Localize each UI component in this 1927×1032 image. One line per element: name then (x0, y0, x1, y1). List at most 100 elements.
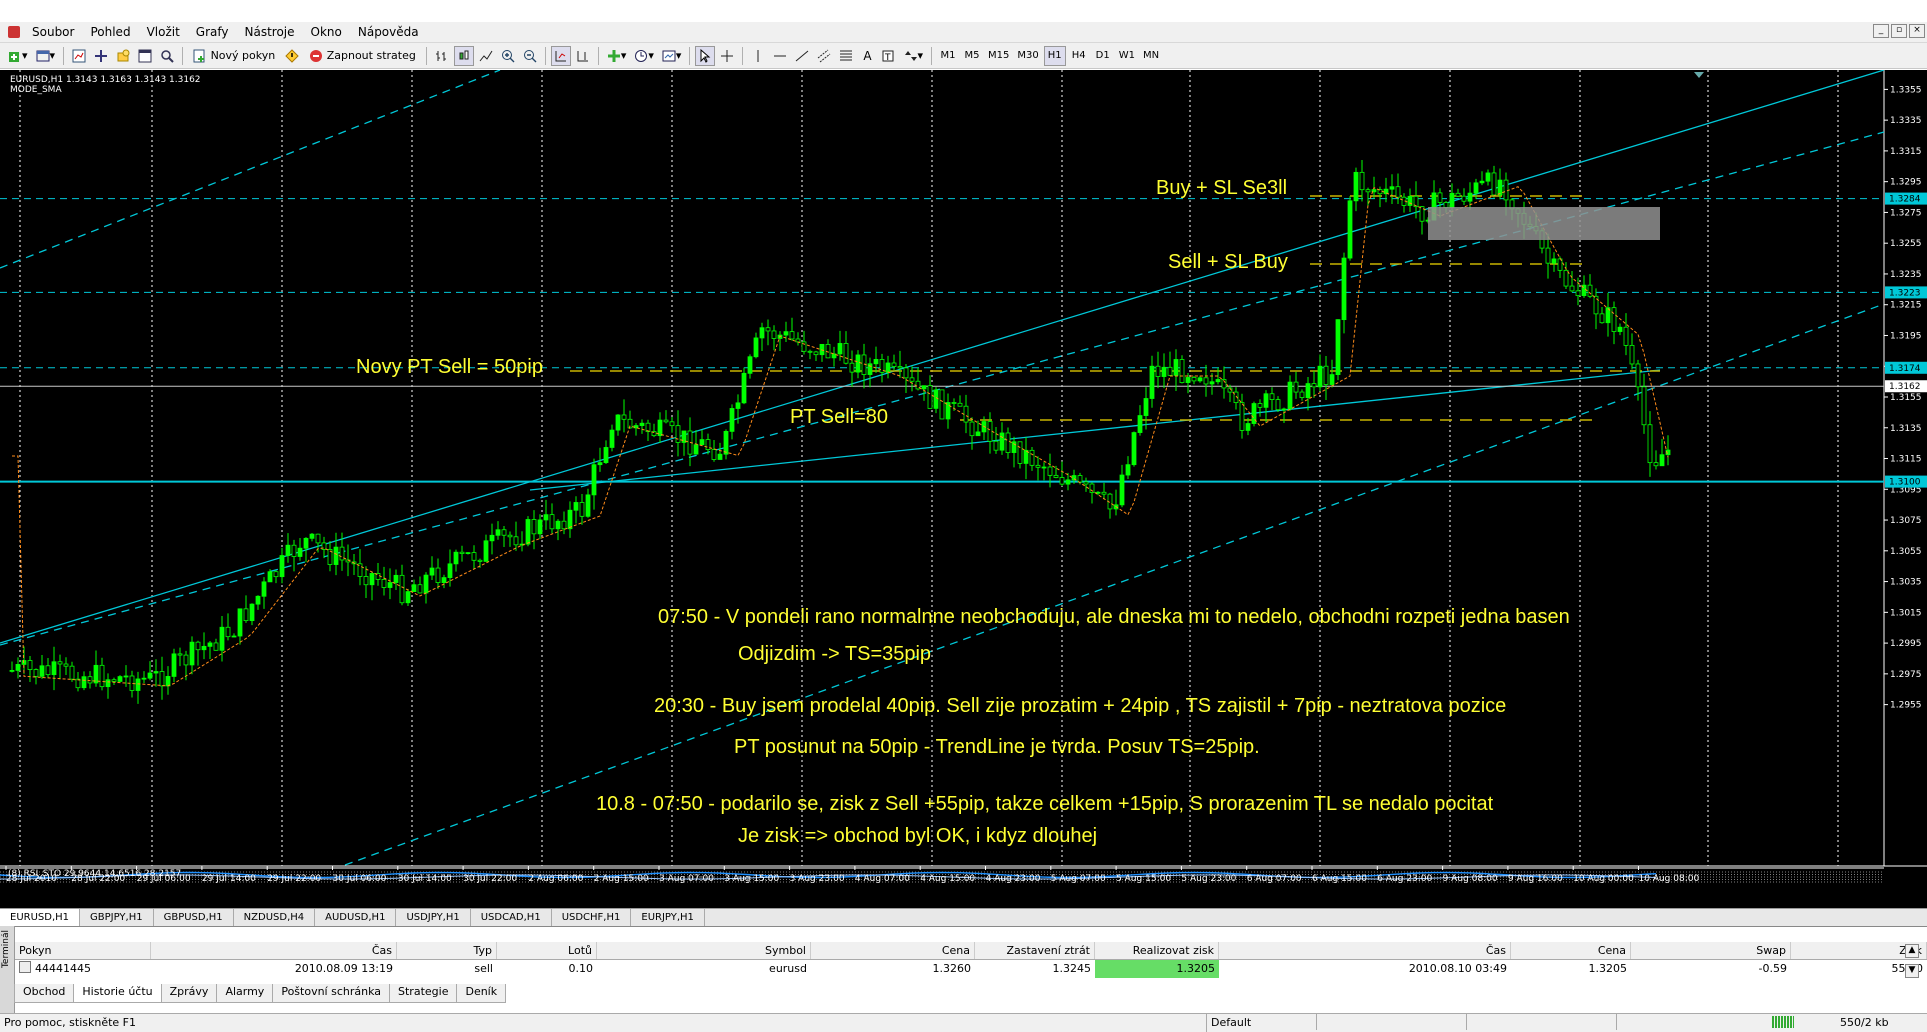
terminal-tab-denik[interactable]: Deník (456, 984, 507, 1003)
menu-vlozit[interactable]: Vložit (139, 25, 188, 39)
annotation-sell-sl[interactable]: Sell + SL Buy (1168, 251, 1288, 273)
menu-napoveda[interactable]: Nápověda (350, 25, 427, 39)
chart-tab-gbpjpy[interactable]: GBPJPY,H1 (80, 909, 154, 927)
annotation-note-4[interactable]: PT posunut na 50pip - TrendLine je tvrda… (734, 736, 1260, 758)
terminal-tab-alarmy[interactable]: Alarmy (216, 984, 274, 1003)
new-order-button[interactable]: Nový pokyn (188, 46, 280, 66)
indicators-icon[interactable]: ▾ (604, 46, 630, 66)
tester-icon[interactable] (157, 46, 177, 66)
candle (1359, 171, 1365, 191)
new-chart-icon[interactable]: ▾ (5, 46, 31, 66)
terminal-icon[interactable] (135, 46, 155, 66)
col-cas-open[interactable]: Čas (151, 942, 397, 959)
chart-tab-usdcad[interactable]: USDCAD,H1 (471, 909, 552, 927)
annotation-novy-pt[interactable]: Novy PT Sell = 50pip (356, 356, 543, 378)
col-symbol[interactable]: Symbol (597, 942, 811, 959)
data-window-icon[interactable] (91, 46, 111, 66)
profiles-icon[interactable]: ▾ (33, 46, 59, 66)
menu-pohled[interactable]: Pohled (82, 25, 138, 39)
bar-chart-icon[interactable] (432, 46, 452, 66)
col-stop-loss[interactable]: Zastavení ztrát (975, 942, 1095, 959)
candle-chart-icon[interactable] (453, 45, 474, 66)
vertical-line-icon[interactable] (748, 46, 768, 66)
candle (1137, 415, 1143, 433)
annotation-note-3[interactable]: 20:30 - Buy jsem prodelal 40pip. Sell zi… (654, 695, 1506, 717)
col-pokyn[interactable]: Pokyn (15, 942, 151, 959)
arrows-icon[interactable]: ▾ (900, 46, 926, 66)
zoom-in-icon[interactable] (498, 46, 518, 66)
terminal-side-strip: Terminál (0, 926, 15, 1014)
timeframe-d1[interactable]: D1 (1092, 46, 1114, 66)
market-watch-icon[interactable] (69, 46, 89, 66)
timeframe-h1[interactable]: H1 (1043, 45, 1066, 66)
range-rectangle[interactable] (1428, 207, 1660, 240)
col-cena-open[interactable]: Cena (811, 942, 975, 959)
templates-icon[interactable]: ▾ (659, 46, 685, 66)
candle (1647, 424, 1653, 464)
table-row[interactable]: 44441445 2010.08.09 13:19 sell 0.10 euru… (15, 960, 1927, 978)
chart-shift-icon[interactable] (573, 46, 593, 66)
periods-icon[interactable]: ▾ (631, 46, 657, 66)
chart-tab-eurjpy[interactable]: EURJPY,H1 (631, 909, 705, 927)
annotation-buy-sl[interactable]: Buy + SL Se3ll (1156, 177, 1287, 199)
annotation-note-2[interactable]: Odjizdim -> TS=35pip (738, 643, 931, 665)
annotation-note-1[interactable]: 07:50 - V pondeli rano normalnne neobcho… (658, 606, 1570, 628)
candle (159, 671, 165, 687)
zoom-out-icon[interactable] (520, 46, 540, 66)
timeframe-m1[interactable]: M1 (937, 46, 959, 66)
terminal-tab-obchod[interactable]: Obchod (14, 984, 75, 1003)
scroll-up-icon[interactable]: ▲ (1905, 944, 1919, 958)
menu-grafy[interactable]: Grafy (188, 25, 237, 39)
chart-tab-usdjpy[interactable]: USDJPY,H1 (396, 909, 471, 927)
minimize-icon[interactable]: _ (1873, 24, 1889, 38)
menu-okno[interactable]: Okno (303, 25, 350, 39)
timeframe-m30[interactable]: M30 (1014, 46, 1041, 66)
restore-icon[interactable]: ▫ (1891, 24, 1907, 38)
channel-icon[interactable] (814, 46, 834, 66)
trendline-icon[interactable] (792, 46, 812, 66)
timeframe-mn[interactable]: MN (1140, 46, 1162, 66)
chart-tab-usdchf[interactable]: USDCHF,H1 (552, 909, 632, 927)
label-tool-icon[interactable]: T (878, 46, 898, 66)
terminal-tab-strategie[interactable]: Strategie (389, 984, 458, 1003)
chart-tab-nzdusd[interactable]: NZDUSD,H4 (234, 909, 316, 927)
terminal-tab-historie[interactable]: Historie účtu (73, 984, 162, 1003)
cursor-icon[interactable] (695, 45, 716, 66)
terminal-tab-postovni[interactable]: Poštovní schránka (272, 984, 391, 1003)
scroll-down-icon[interactable]: ▼ (1905, 964, 1919, 978)
horizontal-line-icon[interactable] (770, 46, 790, 66)
candle (165, 676, 171, 687)
col-typ[interactable]: Typ (397, 942, 497, 959)
crosshair-icon[interactable] (717, 46, 737, 66)
timeframe-w1[interactable]: W1 (1116, 46, 1138, 66)
navigator-icon[interactable] (113, 46, 133, 66)
close-icon[interactable]: × (1909, 24, 1925, 38)
text-tool-icon[interactable]: A (858, 46, 876, 66)
fibo-icon[interactable] (836, 46, 856, 66)
col-take-profit[interactable]: Realizovat zisk (1095, 942, 1219, 959)
col-swap[interactable]: Swap (1631, 942, 1791, 959)
metaeditor-icon[interactable] (282, 46, 302, 66)
terminal-tab-zpravy[interactable]: Zprávy (160, 984, 218, 1003)
timeframe-m5[interactable]: M5 (961, 46, 983, 66)
col-lotu[interactable]: Lotů (497, 942, 597, 959)
timeframe-h4[interactable]: H4 (1068, 46, 1090, 66)
annotation-pt-sell[interactable]: PT Sell=80 (790, 406, 888, 428)
menu-soubor[interactable]: Soubor (24, 25, 82, 39)
chart-tab-gbpusd[interactable]: GBPUSD,H1 (154, 909, 234, 927)
time-axis-label: 6 Aug 07:00 (1247, 874, 1302, 884)
autoscroll-icon[interactable] (550, 45, 571, 66)
col-cas-close[interactable]: Čas (1219, 942, 1511, 959)
annotation-note-6[interactable]: Je zisk => obchod byl OK, i kdyz dlouhej (738, 825, 1097, 847)
time-axis-label: 5 Aug 07:00 (1051, 874, 1106, 884)
col-cena-close[interactable]: Cena (1511, 942, 1631, 959)
price-chart[interactable]: 1.3355 1.3335 1.3315 1.3295 1.3275 1.3255 1.32… (0, 70, 1927, 908)
menu-nastroje[interactable]: Nástroje (237, 25, 303, 39)
chart-tab-audusd[interactable]: AUDUSD,H1 (315, 909, 397, 927)
annotation-note-5[interactable]: 10.8 - 07:50 - podarilo se, zisk z Sell … (596, 793, 1494, 815)
timeframe-m15[interactable]: M15 (985, 46, 1012, 66)
chart-tab-eurusd[interactable]: EURUSD,H1 (0, 909, 81, 927)
autotrade-button[interactable]: Zapnout strateg (304, 46, 421, 66)
chart-canvas[interactable]: 1.3355 1.3335 1.3315 1.3295 1.3275 1.3255 1.32… (0, 70, 1927, 908)
line-chart-icon[interactable] (476, 46, 496, 66)
